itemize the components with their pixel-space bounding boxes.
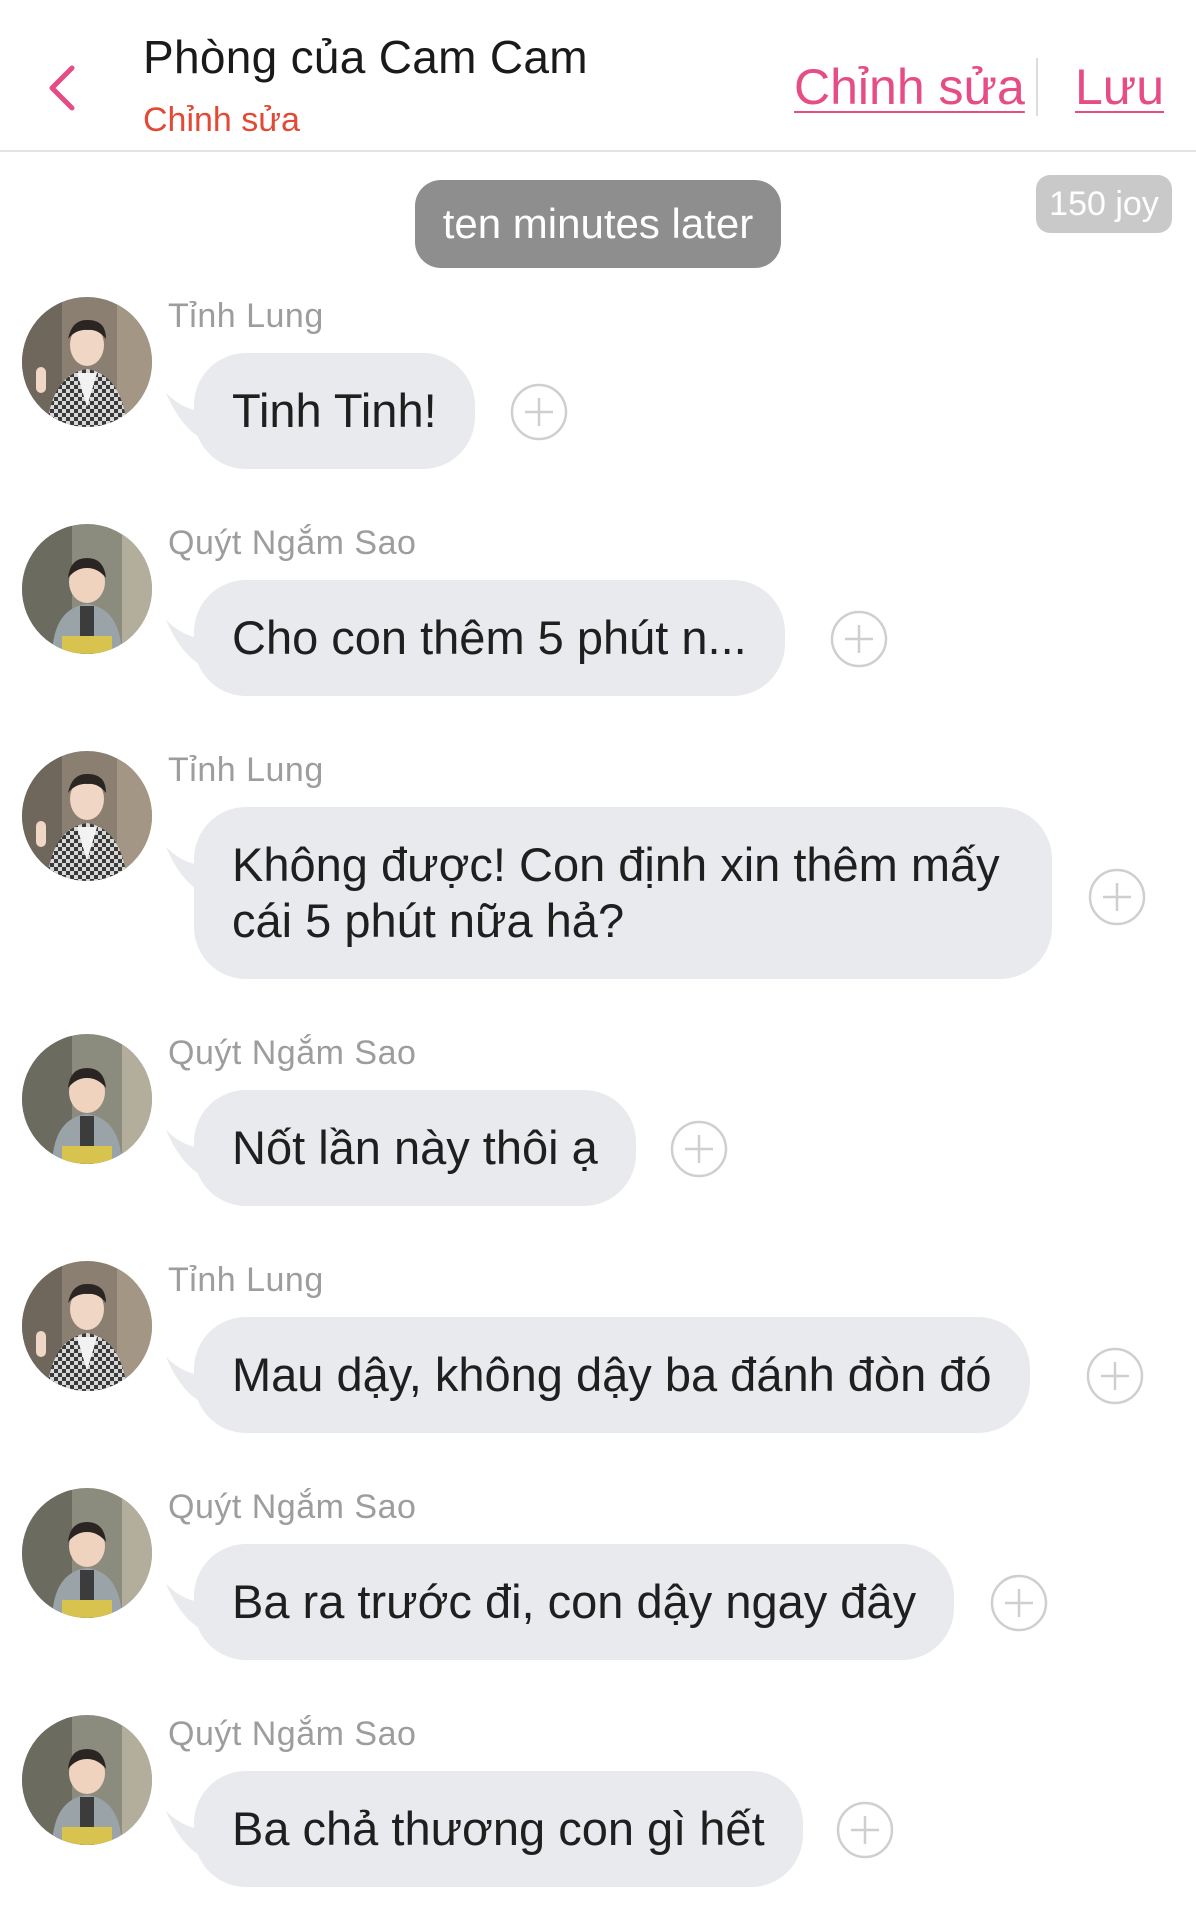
avatar-quyt-ngam-sao[interactable] bbox=[22, 524, 152, 654]
room-subtitle: Chỉnh sửa bbox=[143, 101, 300, 139]
sender-name: Quýt Ngắm Sao bbox=[168, 1715, 417, 1753]
plus-circle-icon bbox=[510, 383, 568, 441]
edit-button[interactable]: Chỉnh sửa bbox=[794, 58, 1025, 116]
chevron-left-icon bbox=[49, 65, 75, 111]
avatar-quyt-ngam-sao[interactable] bbox=[22, 1034, 152, 1164]
avatar-quyt-ngam-sao[interactable] bbox=[22, 1715, 152, 1845]
avatar-quyt-ngam-sao[interactable] bbox=[22, 1488, 152, 1618]
plus-circle-icon bbox=[990, 1574, 1048, 1632]
sender-name: Tỉnh Lung bbox=[168, 297, 324, 335]
message-bubble[interactable]: Cho con thêm 5 phút n... bbox=[194, 580, 785, 696]
add-reaction-button[interactable] bbox=[989, 1573, 1049, 1633]
add-reaction-button[interactable] bbox=[829, 609, 889, 669]
sender-name: Quýt Ngắm Sao bbox=[168, 1488, 417, 1526]
plus-circle-icon bbox=[1088, 868, 1146, 926]
sender-name: Quýt Ngắm Sao bbox=[168, 524, 417, 562]
header-divider bbox=[1036, 58, 1038, 116]
joy-badge: 150 joy bbox=[1036, 175, 1172, 233]
plus-circle-icon bbox=[670, 1120, 728, 1178]
save-button[interactable]: Lưu bbox=[1075, 58, 1164, 116]
plus-circle-icon bbox=[836, 1801, 894, 1859]
message-bubble[interactable]: Tinh Tinh! bbox=[194, 353, 475, 469]
message-bubble[interactable]: Mau dậy, không dậy ba đánh đòn đó bbox=[194, 1317, 1030, 1433]
sender-name: Quýt Ngắm Sao bbox=[168, 1034, 417, 1072]
time-marker-pill: ten minutes later bbox=[415, 180, 781, 268]
plus-circle-icon bbox=[830, 610, 888, 668]
header-bar: Phòng của Cam Cam Chỉnh sửa Chỉnh sửa Lư… bbox=[0, 0, 1196, 152]
message-bubble[interactable]: Ba ra trước đi, con dậy ngay đây bbox=[194, 1544, 955, 1660]
add-reaction-button[interactable] bbox=[669, 1119, 729, 1179]
plus-circle-icon bbox=[1086, 1347, 1144, 1405]
avatar-tinh-lung[interactable] bbox=[22, 1261, 152, 1391]
sender-name: Tỉnh Lung bbox=[168, 1261, 324, 1299]
add-reaction-button[interactable] bbox=[1087, 867, 1147, 927]
avatar-tinh-lung[interactable] bbox=[22, 751, 152, 881]
add-reaction-button[interactable] bbox=[509, 382, 569, 442]
message-bubble[interactable]: Nốt lần này thôi ạ bbox=[194, 1090, 636, 1206]
avatar-tinh-lung[interactable] bbox=[22, 297, 152, 427]
message-bubble[interactable]: Ba chả thương con gì hết bbox=[194, 1771, 803, 1887]
add-reaction-button[interactable] bbox=[1085, 1346, 1145, 1406]
room-title: Phòng của Cam Cam bbox=[143, 31, 588, 83]
add-reaction-button[interactable] bbox=[835, 1800, 895, 1860]
back-button[interactable] bbox=[42, 60, 86, 116]
message-bubble[interactable]: Không được! Con định xin thêm mấy cái 5 … bbox=[194, 807, 1052, 979]
sender-name: Tỉnh Lung bbox=[168, 751, 324, 789]
